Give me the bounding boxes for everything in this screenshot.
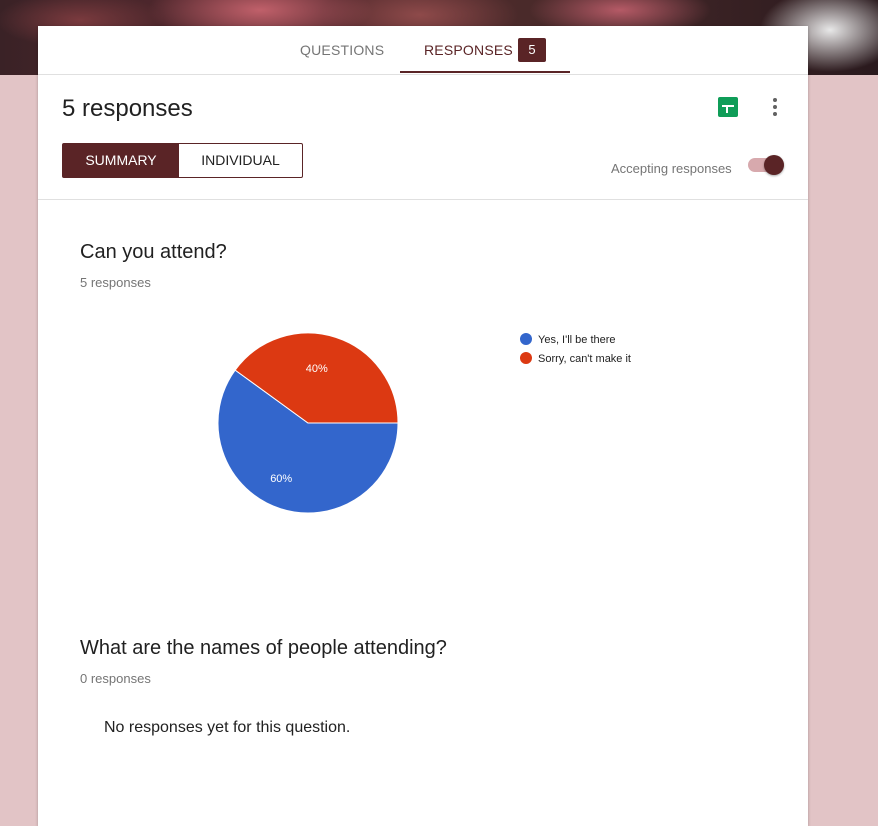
legend-swatch <box>520 352 532 364</box>
legend-label: Yes, I'll be there <box>538 334 616 346</box>
legend-label: Sorry, can't make it <box>538 353 631 365</box>
responses-card: QUESTIONS RESPONSES 5 5 responses SUMMAR… <box>38 26 808 826</box>
pie-slice-label: 60% <box>270 473 292 485</box>
pie-chart: 60% 40% Yes, I'll be there Sorry, can't ma… <box>217 332 631 514</box>
question-response-count: 0 responses <box>80 671 151 686</box>
pie-slice-label: 40% <box>306 363 328 375</box>
legend-swatch <box>520 333 532 345</box>
question-title: What are the names of people attending? <box>80 637 447 659</box>
empty-state-text: No responses yet for this question. <box>104 719 351 736</box>
